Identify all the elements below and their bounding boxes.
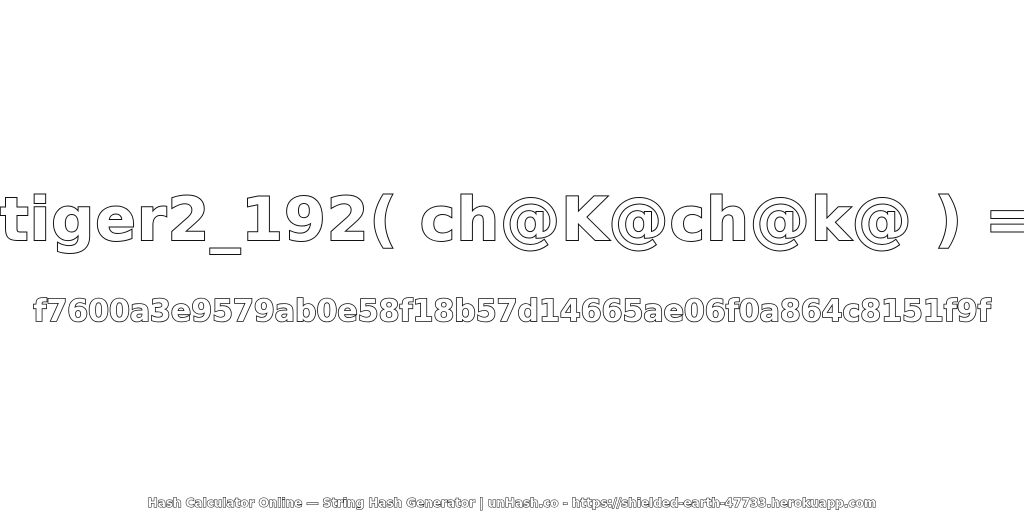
hash-expression: tiger2_192( ch@K@ch@k@ ) =: [0, 184, 1024, 256]
hash-result-image: tiger2_192( ch@K@ch@k@ ) = f7600a3e9579a…: [0, 0, 1024, 512]
footer-credit: Hash Calculator Online — String Hash Gen…: [147, 496, 877, 511]
hash-value: f7600a3e9579ab0e58f18b57d14665ae06f0a864…: [32, 293, 991, 330]
